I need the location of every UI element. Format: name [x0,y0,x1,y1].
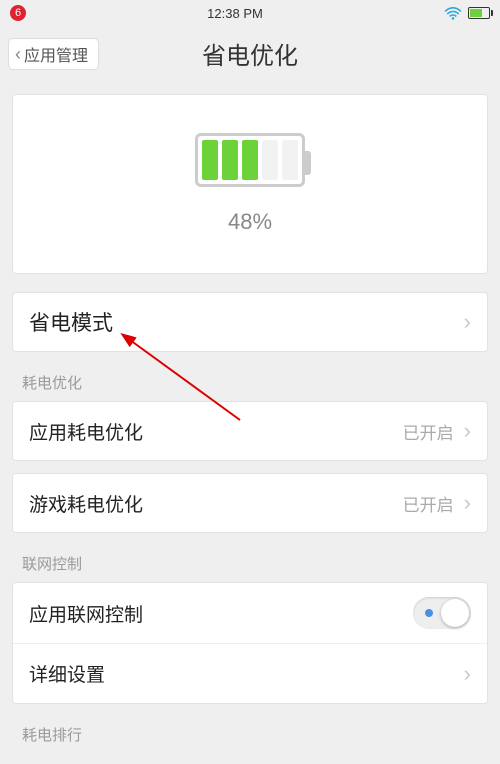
battery-status-card: 48% [12,94,488,274]
row-label: 应用耗电优化 [29,418,143,445]
app-network-control-row[interactable]: 应用联网控制 [13,583,487,643]
section-power-ranking: 耗电排行 [0,704,500,753]
chevron-right-icon: › [464,309,471,335]
wifi-icon [444,7,462,20]
chevron-left-icon: ‹ [15,44,21,65]
app-power-optimization-row[interactable]: 应用耗电优化 已开启 › [12,401,488,461]
network-control-group: 应用联网控制 详细设置 › [12,582,488,704]
battery-percent-label: 48% [228,209,272,235]
network-detail-settings-row[interactable]: 详细设置 › [13,643,487,703]
game-power-optimization-row[interactable]: 游戏耗电优化 已开启 › [12,473,488,533]
row-label: 游戏耗电优化 [29,490,143,517]
row-label: 省电模式 [29,307,113,337]
section-power-optimization: 耗电优化 [0,352,500,401]
chevron-right-icon: › [464,661,471,687]
nav-header: ‹ 应用管理 省电优化 [0,26,500,80]
toggle-switch[interactable] [413,597,471,629]
row-status: 已开启 [403,491,454,516]
status-bar: 6 12:38 PM [0,0,500,26]
status-time: 12:38 PM [207,6,263,21]
chevron-right-icon: › [464,490,471,516]
battery-icon [195,133,305,187]
notification-badge: 6 [10,5,26,21]
power-saving-mode-row[interactable]: 省电模式 › [12,292,488,352]
section-network-control: 联网控制 [0,533,500,582]
switch-knob [441,599,469,627]
status-battery-icon [468,7,490,19]
row-status: 已开启 [403,419,454,444]
row-label: 详细设置 [29,660,105,687]
chevron-right-icon: › [464,418,471,444]
page-title: 省电优化 [202,36,298,71]
back-button[interactable]: ‹ 应用管理 [8,38,99,70]
switch-indicator-dot [425,609,433,617]
row-label: 应用联网控制 [29,600,143,627]
back-button-label: 应用管理 [24,42,88,66]
